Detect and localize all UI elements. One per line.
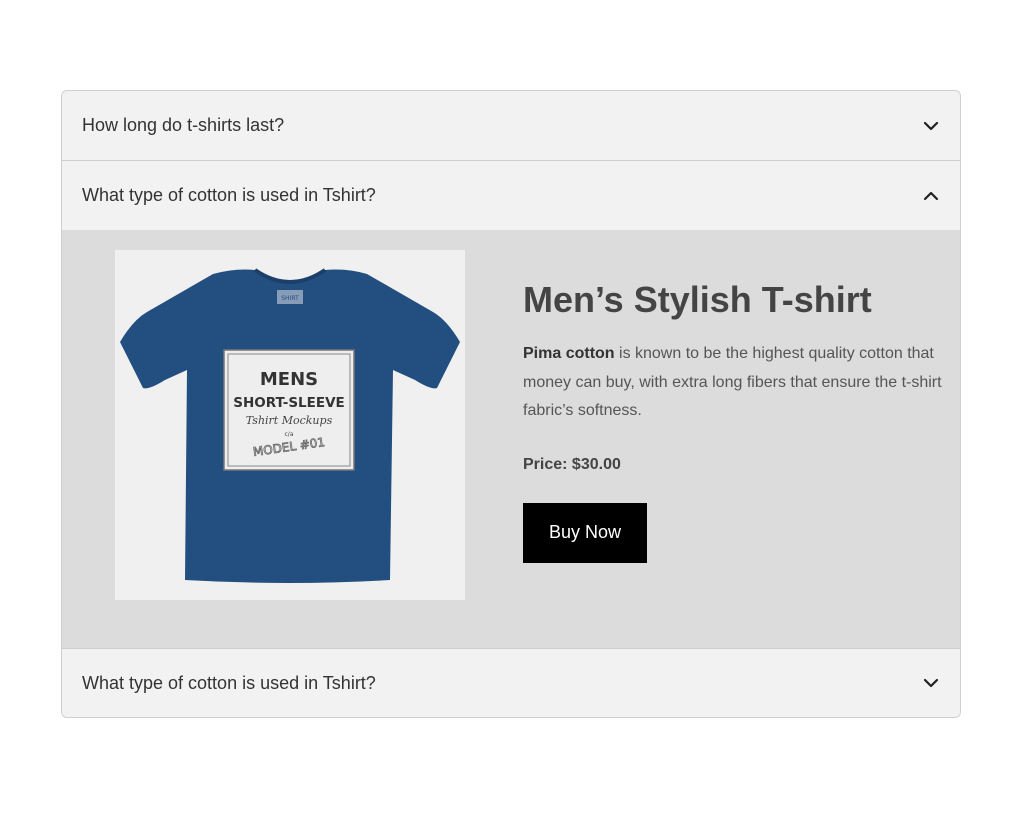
faq-accordion: How long do t-shirts last? What type of … xyxy=(61,90,961,718)
faq-item-3: What type of cotton is used in Tshirt? xyxy=(62,648,960,717)
price-label: Price: xyxy=(523,455,568,473)
mockup-line-4: c/a xyxy=(285,431,294,438)
faq-item-2: What type of cotton is used in Tshirt? S… xyxy=(62,160,960,648)
product-description: Pima cotton is known to be the highest q… xyxy=(523,340,943,426)
faq-question-2[interactable]: What type of cotton is used in Tshirt? xyxy=(62,160,960,230)
mockup-line-3: Tshirt Mockups xyxy=(246,414,333,427)
mockup-line-1: MENS xyxy=(260,369,318,390)
product-price: Price: $30.00 xyxy=(523,456,943,474)
tshirt-tag-text: SHIRT xyxy=(281,295,299,302)
chevron-down-icon xyxy=(922,674,940,692)
product-title: Men’s Stylish T-shirt xyxy=(523,279,872,320)
faq-question-1-label: How long do t-shirts last? xyxy=(82,115,285,135)
faq-question-2-label: What type of cotton is used in Tshirt? xyxy=(82,185,376,205)
tshirt-illustration: SHIRT MENS SHORT-SLEEVE Tshirt Mockups c… xyxy=(120,268,460,583)
faq-question-3[interactable]: What type of cotton is used in Tshirt? xyxy=(62,648,960,717)
faq-question-1[interactable]: How long do t-shirts last? xyxy=(62,91,960,160)
product-image: SHIRT MENS SHORT-SLEEVE Tshirt Mockups c… xyxy=(115,250,465,600)
chevron-down-icon xyxy=(922,117,940,135)
product-description-bold: Pima cotton xyxy=(523,345,615,362)
product-info: Men’s Stylish T-shirt Pima cotton is kno… xyxy=(523,278,943,563)
mockup-line-2: SHORT-SLEEVE xyxy=(233,395,345,411)
faq-item-1: How long do t-shirts last? xyxy=(62,91,960,160)
faq-question-3-label: What type of cotton is used in Tshirt? xyxy=(82,672,376,693)
buy-now-button[interactable]: Buy Now xyxy=(523,502,647,563)
price-value: $30.00 xyxy=(571,455,621,473)
chevron-up-icon xyxy=(922,187,940,205)
faq-answer-panel: SHIRT MENS SHORT-SLEEVE Tshirt Mockups c… xyxy=(62,230,960,648)
